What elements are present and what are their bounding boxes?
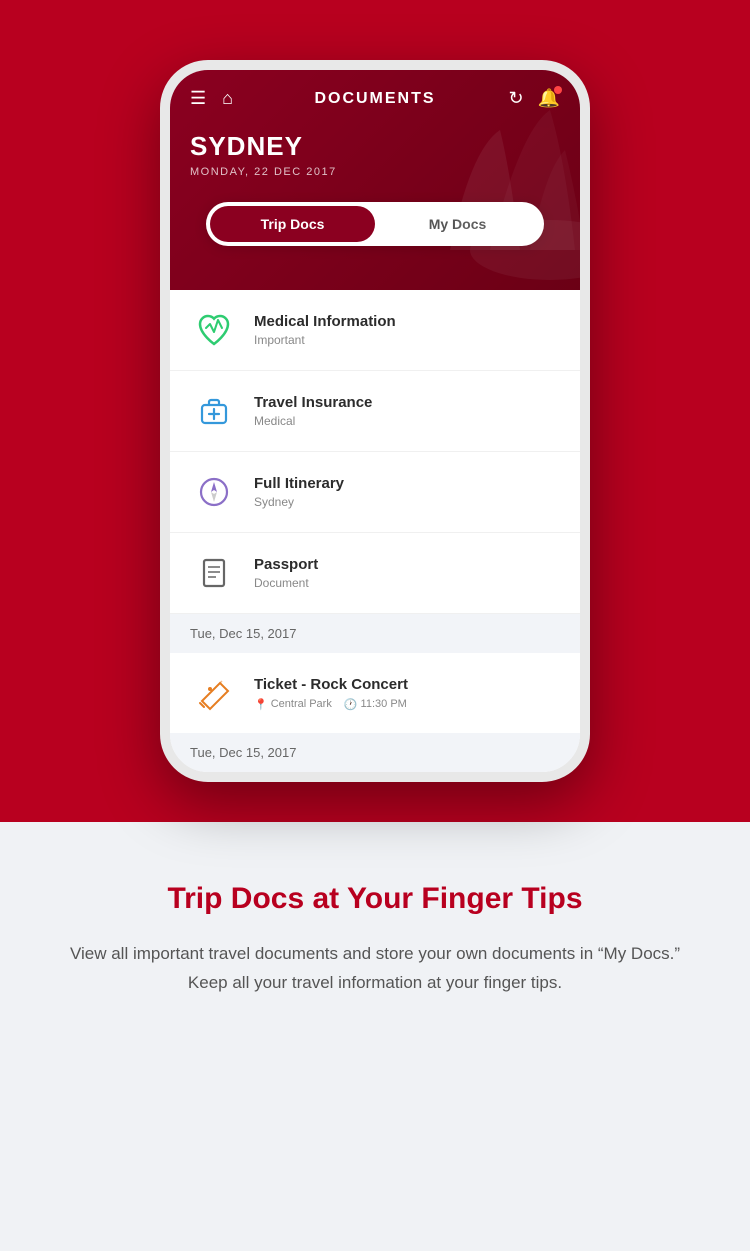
doc-text-itinerary: Full Itinerary Sydney xyxy=(254,475,560,509)
heart-icon xyxy=(194,310,234,350)
bottom-description: View all important travel documents and … xyxy=(60,940,690,998)
ticket-icon xyxy=(192,671,236,715)
compass-icon-wrap xyxy=(190,468,238,516)
home-icon[interactable]: ⌂ xyxy=(222,88,233,109)
doc-text-medical: Medical Information Important xyxy=(254,313,560,347)
bottom-section: Trip Docs at Your Finger Tips View all i… xyxy=(0,822,750,1251)
bottom-title: Trip Docs at Your Finger Tips xyxy=(60,882,690,916)
nav-left: ☰ ⌂ xyxy=(190,88,233,109)
medkit-icon xyxy=(194,391,234,431)
ticket-title: Ticket - Rock Concert xyxy=(254,676,408,693)
ticket-text: Ticket - Rock Concert 📍 Central Park 🕐 1… xyxy=(254,676,408,711)
doc-item-passport[interactable]: Passport Document xyxy=(170,533,580,614)
clock-icon: 🕐 xyxy=(344,698,358,711)
doc-subtitle-insurance: Medical xyxy=(254,414,560,428)
ticket-time: 🕐 11:30 PM xyxy=(344,698,407,711)
doc-item-insurance[interactable]: Travel Insurance Medical xyxy=(170,371,580,452)
heart-icon-wrap xyxy=(190,306,238,354)
doc-item-medical[interactable]: Medical Information Important xyxy=(170,290,580,371)
ticket-icon-wrap xyxy=(190,669,238,717)
hamburger-icon[interactable]: ☰ xyxy=(190,88,206,109)
phone-shell: ☰ ⌂ DOCUMENTS ↻ 🔔 SYDNEY MONDAY, 22 DEC … xyxy=(160,60,590,782)
ticket-item[interactable]: Ticket - Rock Concert 📍 Central Park 🕐 1… xyxy=(170,653,580,733)
doc-title-medical: Medical Information xyxy=(254,313,560,330)
ticket-meta: 📍 Central Park 🕐 11:30 PM xyxy=(254,698,408,711)
tab-trip-docs[interactable]: Trip Docs xyxy=(210,206,375,242)
doc-subtitle-passport: Document xyxy=(254,576,560,590)
doc-text-insurance: Travel Insurance Medical xyxy=(254,394,560,428)
notification-wrapper[interactable]: 🔔 xyxy=(538,88,560,109)
location-icon: 📍 xyxy=(254,698,268,711)
passport-icon-wrap xyxy=(190,549,238,597)
phone-screen: ☰ ⌂ DOCUMENTS ↻ 🔔 SYDNEY MONDAY, 22 DEC … xyxy=(170,70,580,772)
doc-title-passport: Passport xyxy=(254,556,560,573)
doc-title-itinerary: Full Itinerary xyxy=(254,475,560,492)
doc-item-itinerary[interactable]: Full Itinerary Sydney xyxy=(170,452,580,533)
section-header-date: Tue, Dec 15, 2017 xyxy=(170,614,580,653)
doc-list: Medical Information Important xyxy=(170,290,580,614)
medkit-icon-wrap xyxy=(190,387,238,435)
passport-icon xyxy=(194,553,234,593)
compass-icon xyxy=(194,472,234,512)
section-header-date2: Tue, Dec 15, 2017 xyxy=(170,733,580,772)
doc-text-passport: Passport Document xyxy=(254,556,560,590)
notification-dot xyxy=(554,86,562,94)
doc-subtitle-itinerary: Sydney xyxy=(254,495,560,509)
doc-title-insurance: Travel Insurance xyxy=(254,394,560,411)
ticket-location: 📍 Central Park xyxy=(254,698,332,711)
doc-subtitle-medical: Important xyxy=(254,333,560,347)
nav-title: DOCUMENTS xyxy=(314,90,435,108)
app-header: ☰ ⌂ DOCUMENTS ↻ 🔔 SYDNEY MONDAY, 22 DEC … xyxy=(170,70,580,290)
